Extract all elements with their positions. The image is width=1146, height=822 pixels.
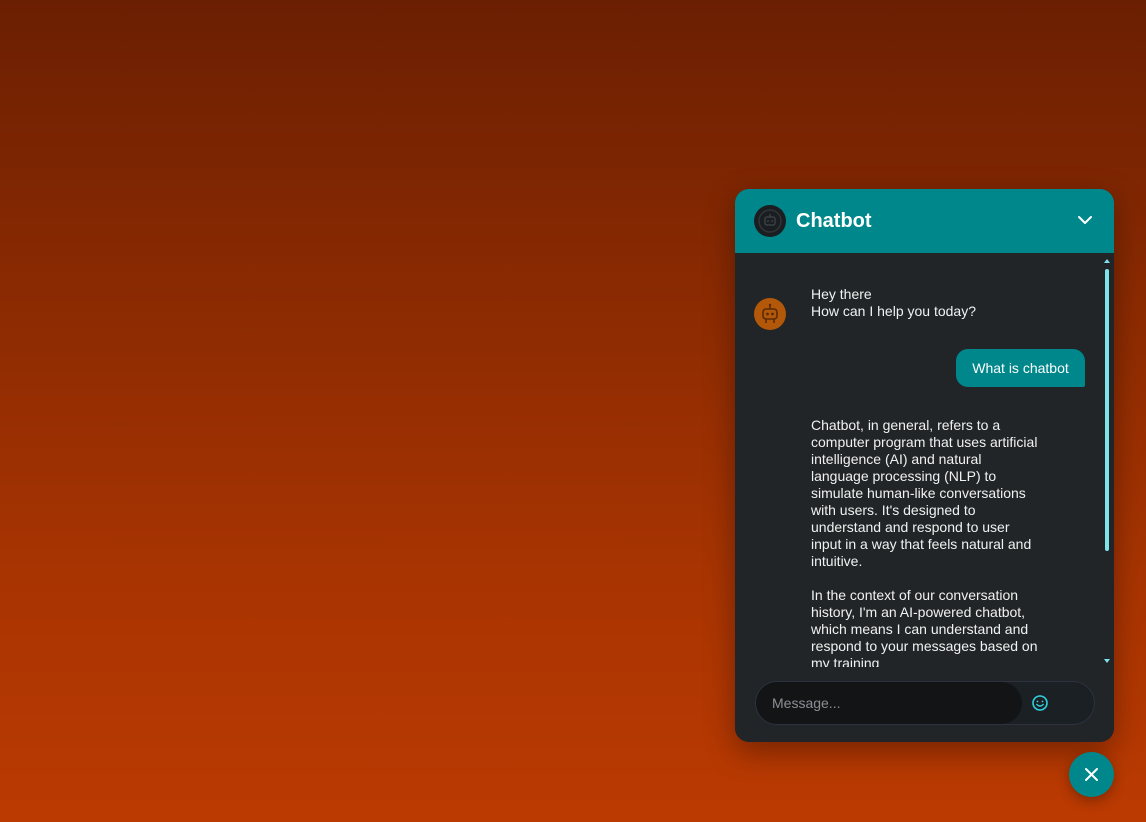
message-list[interactable]: Hey there How can I help you today? What…	[735, 253, 1114, 667]
emoji-button[interactable]	[1030, 693, 1050, 713]
chat-footer	[735, 667, 1114, 742]
bot-message: Chatbot, in general, refers to a compute…	[811, 417, 1038, 667]
chat-title: Chatbot	[796, 210, 872, 232]
chevron-down-icon	[1078, 216, 1092, 224]
robot-icon	[754, 298, 786, 330]
scroll-up-arrow[interactable]	[1104, 259, 1110, 263]
chatbot-window: Chatbot Hey there How can I help you tod…	[735, 189, 1114, 742]
chat-header: Chatbot	[735, 189, 1114, 253]
scrollbar-thumb[interactable]	[1105, 269, 1109, 551]
smiley-icon	[1032, 695, 1048, 711]
chatbot-toggle-button[interactable]	[1069, 752, 1114, 797]
message-input-container	[755, 681, 1095, 725]
bot-message: Hey there How can I help you today?	[811, 286, 976, 319]
collapse-button[interactable]	[1071, 209, 1099, 233]
message-input[interactable]	[756, 682, 1022, 724]
scroll-down-arrow[interactable]	[1104, 659, 1110, 663]
scrollbar[interactable]	[1104, 259, 1111, 667]
user-message: What is chatbot	[956, 349, 1085, 387]
robot-icon	[754, 205, 786, 237]
close-icon	[1085, 768, 1098, 781]
